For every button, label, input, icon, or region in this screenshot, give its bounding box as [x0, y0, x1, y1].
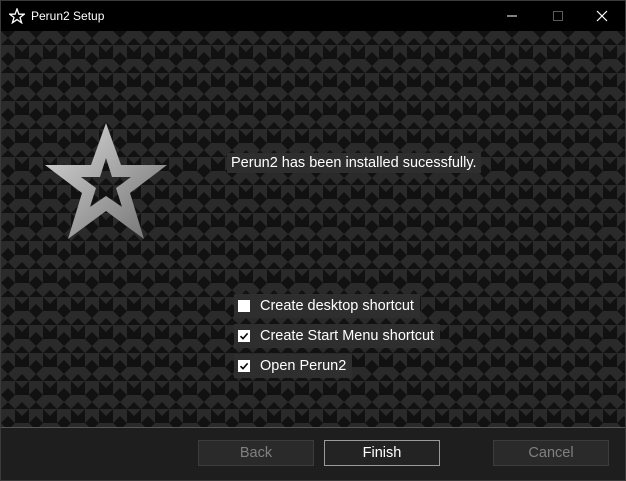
window-title: Perun2 Setup	[31, 9, 105, 23]
checkbox-box[interactable]	[238, 300, 250, 312]
checkmark-icon	[239, 332, 249, 340]
close-icon	[596, 10, 608, 22]
close-button[interactable]	[579, 1, 625, 31]
content-area: Perun2 has been installed sucessfully. C…	[1, 31, 625, 427]
checkbox-box[interactable]	[238, 330, 250, 342]
open-perun2-checkbox[interactable]: Open Perun2	[234, 354, 353, 378]
maximize-button[interactable]	[535, 1, 581, 31]
minimize-icon	[507, 15, 517, 17]
checkbox-box[interactable]	[238, 360, 250, 372]
star-icon	[9, 8, 25, 24]
maximize-icon	[553, 11, 563, 21]
setup-window: Perun2 Setup Perun2 has been installed s…	[0, 0, 626, 481]
checkbox-label: Create desktop shortcut	[260, 298, 414, 314]
title-bar[interactable]: Perun2 Setup	[1, 1, 625, 31]
checkmark-icon	[239, 362, 249, 370]
minimize-button[interactable]	[489, 1, 535, 31]
back-button[interactable]: Back	[198, 440, 314, 466]
create-desktop-shortcut-checkbox[interactable]: Create desktop shortcut	[234, 294, 420, 318]
cancel-button[interactable]: Cancel	[493, 440, 609, 466]
install-success-message: Perun2 has been installed sucessfully.	[227, 153, 481, 173]
star-logo-icon	[45, 123, 167, 239]
checkbox-label: Open Perun2	[260, 358, 347, 374]
create-start-menu-shortcut-checkbox[interactable]: Create Start Menu shortcut	[234, 324, 441, 348]
finish-button[interactable]: Finish	[324, 440, 440, 466]
checkbox-label: Create Start Menu shortcut	[260, 328, 435, 344]
footer-bar: Back Finish Cancel	[1, 427, 625, 480]
